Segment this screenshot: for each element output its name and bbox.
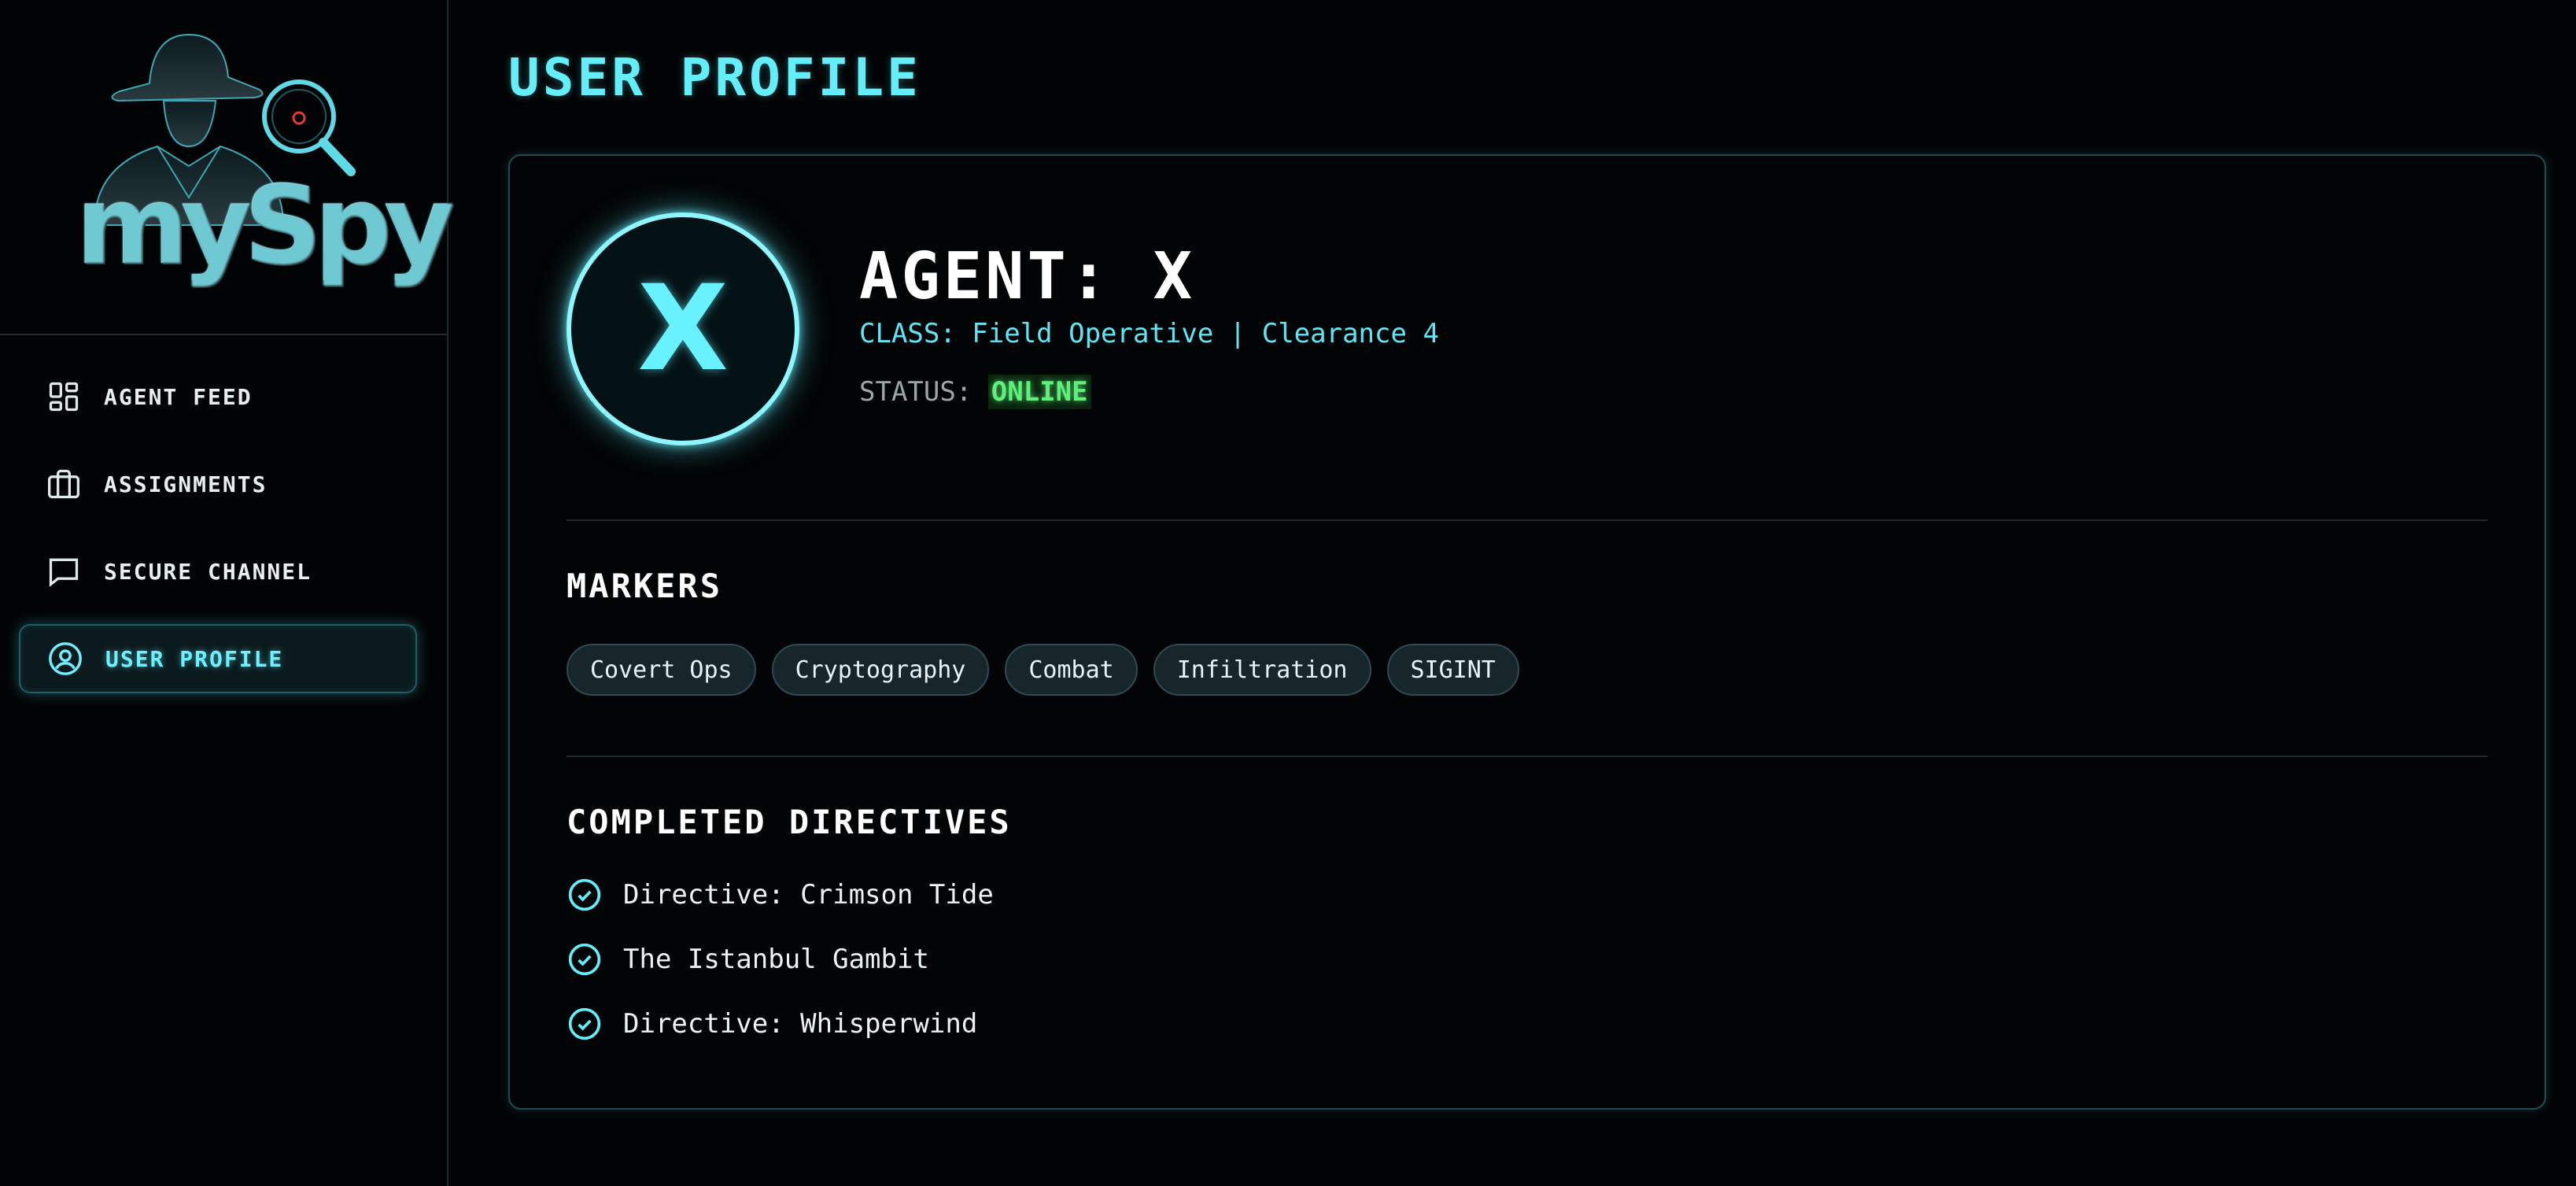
- logo-text: mySpy: [76, 162, 455, 289]
- markers-title: MARKERS: [566, 567, 723, 605]
- check-circle-icon: [566, 941, 603, 977]
- profile-card: X AGENT: X CLASS: Field Operative | Clea…: [508, 154, 2546, 1110]
- markers-tags: Covert Ops Cryptography Combat Infiltrat…: [566, 644, 1519, 696]
- check-circle-icon: [566, 877, 603, 913]
- status-label: STATUS:: [859, 376, 972, 408]
- marker-tag[interactable]: SIGINT: [1386, 644, 1519, 696]
- main-content: USER PROFILE X AGENT: X CLASS: Field Ope…: [448, 0, 2576, 1186]
- logo[interactable]: mySpy: [0, 0, 455, 335]
- app-root: mySpy AGENT FEED ASSIGNMENTS SECURE CHAN…: [0, 0, 2576, 1186]
- page-title: USER PROFILE: [508, 47, 921, 108]
- sidebar-nav: AGENT FEED ASSIGNMENTS SECURE CHANNEL US…: [0, 362, 448, 711]
- list-item: The Istanbul Gambit: [566, 941, 994, 977]
- marker-tag[interactable]: Infiltration: [1153, 644, 1371, 696]
- sidebar-item-assignments[interactable]: ASSIGNMENTS: [19, 449, 417, 519]
- directives-title: COMPLETED DIRECTIVES: [566, 803, 1012, 841]
- dashboard-icon: [46, 379, 82, 415]
- divider: [566, 756, 2488, 757]
- sidebar-item-label: USER PROFILE: [105, 645, 284, 672]
- directives-list: Directive: Crimson Tide The Istanbul Gam…: [566, 877, 994, 1070]
- list-item: Directive: Whisperwind: [566, 1006, 994, 1042]
- agent-class: CLASS: Field Operative | Clearance 4: [859, 318, 1439, 349]
- status-badge: ONLINE: [987, 375, 1091, 409]
- marker-tag[interactable]: Covert Ops: [566, 644, 756, 696]
- sidebar-item-label: AGENT FEED: [104, 383, 253, 410]
- user-circle-icon: [47, 641, 83, 677]
- avatar[interactable]: X: [566, 212, 799, 445]
- sidebar-item-secure-channel[interactable]: SECURE CHANNEL: [19, 537, 417, 606]
- divider: [566, 519, 2488, 521]
- briefcase-icon: [46, 466, 82, 502]
- sidebar-item-label: ASSIGNMENTS: [104, 471, 268, 497]
- agent-status: STATUS: ONLINE: [859, 375, 1091, 409]
- chat-icon: [46, 553, 82, 589]
- sidebar-item-user-profile[interactable]: USER PROFILE: [19, 624, 417, 693]
- sidebar-item-agent-feed[interactable]: AGENT FEED: [19, 362, 417, 431]
- agent-name: AGENT: X: [859, 239, 1195, 314]
- marker-tag[interactable]: Combat: [1005, 644, 1138, 696]
- check-circle-icon: [566, 1006, 603, 1042]
- list-item: Directive: Crimson Tide: [566, 877, 994, 913]
- sidebar-item-label: SECURE CHANNEL: [104, 558, 312, 585]
- directive-label: Directive: Crimson Tide: [623, 879, 994, 911]
- directive-label: The Istanbul Gambit: [623, 944, 929, 975]
- directive-label: Directive: Whisperwind: [623, 1008, 978, 1040]
- marker-tag[interactable]: Cryptography: [771, 644, 990, 696]
- avatar-letter: X: [637, 260, 729, 397]
- sidebar: mySpy AGENT FEED ASSIGNMENTS SECURE CHAN…: [0, 0, 455, 1186]
